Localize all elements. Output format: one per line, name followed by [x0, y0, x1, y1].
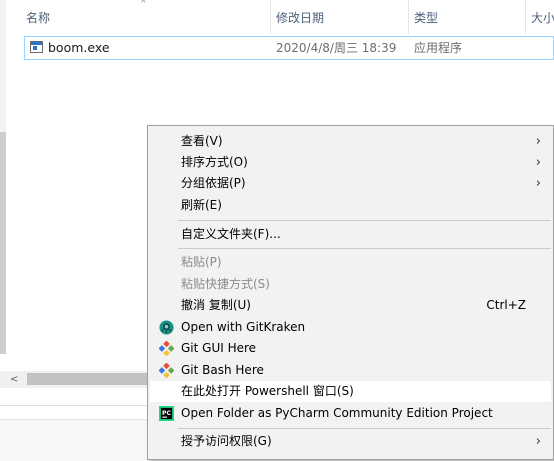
- menu-item-give-access[interactable]: 授予访问权限(G) ›: [150, 431, 551, 452]
- file-date-modified: 2020/4/8/周三 18:39: [276, 41, 397, 55]
- column-type-label: 类型: [414, 11, 439, 25]
- submenu-arrow-icon: ›: [535, 176, 541, 191]
- git-gui-icon: [159, 341, 174, 356]
- menu-separator: [178, 220, 551, 221]
- column-name-label: 名称: [26, 11, 51, 25]
- menu-item-label: 刷新(E): [181, 198, 222, 212]
- scroll-left-icon[interactable]: <: [10, 371, 18, 388]
- horizontal-scroll-thumb[interactable]: [27, 373, 149, 385]
- menu-item-open-powershell[interactable]: 在此处打开 Powershell 窗口(S): [150, 381, 551, 402]
- file-name: boom.exe: [48, 40, 110, 55]
- menu-item-sort-by[interactable]: 排序方式(O) ›: [150, 152, 551, 173]
- file-row[interactable]: boom.exe 2020/4/8/周三 18:39 应用程序: [24, 36, 554, 60]
- git-bash-icon: [159, 363, 174, 378]
- column-date-label: 修改日期: [276, 11, 325, 25]
- menu-item-group-by[interactable]: 分组依据(P) ›: [150, 173, 551, 194]
- menu-item-label: 粘贴(P): [181, 255, 222, 269]
- menu-item-label: 分组依据(P): [181, 176, 246, 190]
- pycharm-icon: PC: [159, 406, 174, 421]
- menu-item-label: Git Bash Here: [181, 363, 264, 377]
- menu-item-paste-shortcut: 粘贴快捷方式(S): [150, 274, 551, 295]
- menu-item-view[interactable]: 查看(V) ›: [150, 131, 551, 152]
- navigation-pane-scrollbar[interactable]: [0, 0, 6, 354]
- column-size-label: 大小: [531, 11, 554, 25]
- menu-item-git-bash-here[interactable]: Git Bash Here: [150, 360, 551, 381]
- menu-item-label: Open with GitKraken: [181, 320, 306, 334]
- menu-item-open-with-gitkraken[interactable]: Open with GitKraken: [150, 317, 551, 338]
- menu-item-label: Open Folder as PyCharm Community Edition…: [181, 406, 493, 420]
- menu-separator: [178, 248, 551, 249]
- column-name[interactable]: 名称: [26, 0, 270, 34]
- menu-item-customize-folder[interactable]: 自定义文件夹(F)...: [150, 224, 551, 245]
- menu-item-git-gui-here[interactable]: Git GUI Here: [150, 338, 551, 359]
- menu-item-label: 授予访问权限(G): [181, 434, 272, 448]
- submenu-arrow-icon: ›: [535, 155, 541, 170]
- svg-text:PC: PC: [162, 410, 171, 417]
- menu-item-label: Git GUI Here: [181, 341, 257, 355]
- menu-item-label: 自定义文件夹(F)...: [181, 227, 281, 241]
- submenu-arrow-icon: ›: [535, 134, 541, 149]
- menu-item-label: 排序方式(O): [181, 155, 248, 169]
- column-header: ˄ 名称 修改日期 类型 大小: [12, 0, 554, 34]
- file-type: 应用程序: [414, 41, 463, 55]
- gitkraken-icon: [159, 320, 174, 335]
- context-menu: 查看(V) › 排序方式(O) › 分组依据(P) › 刷新(E) 自定义文件夹…: [147, 125, 554, 460]
- exe-file-icon: [30, 41, 43, 53]
- column-size[interactable]: 大小: [525, 0, 554, 34]
- column-date-modified[interactable]: 修改日期: [270, 0, 409, 34]
- submenu-arrow-icon: ›: [535, 434, 541, 449]
- menu-item-label: 撤消 复制(U): [181, 298, 251, 312]
- menu-item-refresh[interactable]: 刷新(E): [150, 195, 551, 216]
- menu-item-shortcut: Ctrl+Z: [486, 298, 526, 312]
- column-type[interactable]: 类型: [408, 0, 526, 34]
- navigation-scroll-thumb[interactable]: [0, 132, 6, 354]
- menu-item-label: 查看(V): [181, 134, 223, 148]
- menu-separator: [178, 428, 551, 429]
- menu-item-label: 粘贴快捷方式(S): [181, 277, 270, 291]
- menu-item-undo-copy[interactable]: 撤消 复制(U) Ctrl+Z: [150, 295, 551, 316]
- menu-item-paste: 粘贴(P): [150, 252, 551, 273]
- menu-item-label: 在此处打开 Powershell 窗口(S): [181, 384, 354, 398]
- menu-item-open-pycharm[interactable]: PC Open Folder as PyCharm Community Edit…: [150, 403, 551, 424]
